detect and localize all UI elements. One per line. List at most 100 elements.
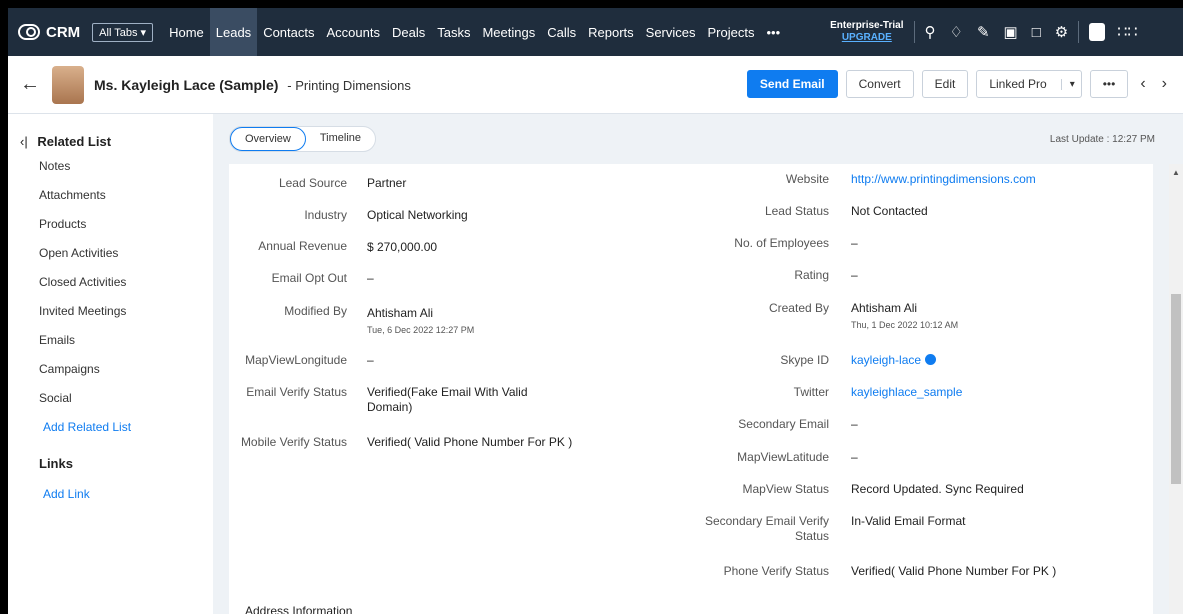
nav-services[interactable]: Services [640, 8, 702, 56]
field-label: Secondary Email Verify Status [704, 514, 829, 543]
nav-deals[interactable]: Deals [386, 8, 431, 56]
field-value: – [367, 353, 374, 367]
nav-icons: ⚲ ♢ ✎ ▣ □ ⚙ [925, 23, 1069, 42]
created-by-name[interactable]: Ahtisham Ali [851, 301, 917, 315]
website-link[interactable]: http://www.printingdimensions.com [851, 172, 1036, 187]
field-value: Optical Networking [367, 208, 468, 222]
user-avatar[interactable] [1089, 23, 1106, 41]
nav-more[interactable]: ••• [760, 8, 786, 56]
apps-grid-icon[interactable]: ∷∷ [1117, 22, 1137, 42]
trial-badge: Enterprise-Trial UPGRADE [830, 20, 903, 44]
crm-logo-icon [18, 24, 40, 40]
nav-projects[interactable]: Projects [702, 8, 761, 56]
scrollbar[interactable]: ▲ [1169, 164, 1183, 614]
field-label: Industry [304, 208, 347, 222]
scroll-up-icon[interactable]: ▲ [1172, 168, 1180, 177]
field-label: MapViewLongitude [245, 353, 347, 367]
add-related-list-link[interactable]: Add Related List [43, 420, 213, 434]
related-list-heading: Related List [37, 134, 112, 149]
lead-name: Ms. Kayleigh Lace (Sample) [94, 76, 279, 93]
skype-id-link[interactable]: kayleigh-lace [851, 353, 921, 367]
scrollbar-thumb[interactable] [1171, 294, 1181, 484]
details-card: Lead Source Partner Industry Optical Net… [229, 164, 1153, 614]
field-label: No. of Employees [734, 236, 829, 250]
back-arrow-icon[interactable]: ← [20, 73, 40, 96]
previous-record-icon[interactable]: ‹ [1136, 75, 1149, 93]
logo-text: CRM [46, 23, 81, 41]
field-label: Website [785, 172, 829, 186]
next-record-icon[interactable]: › [1158, 75, 1171, 93]
sidebar-item-products[interactable]: Products [39, 217, 213, 246]
sidebar-item-closed-activities[interactable]: Closed Activities [39, 275, 213, 304]
lead-photo [52, 65, 84, 104]
field-value: – [851, 417, 858, 431]
field-value: Ahtisham Ali Thu, 1 Dec 2022 10:12 AM [851, 301, 958, 333]
collapse-sidebar-icon[interactable]: ‹| [20, 134, 28, 149]
nav-reports[interactable]: Reports [582, 8, 640, 56]
calendar-icon[interactable]: ▣ [1004, 23, 1018, 41]
send-email-button[interactable]: Send Email [746, 70, 838, 98]
divider [1078, 21, 1080, 43]
bell-icon[interactable]: ♢ [950, 23, 963, 41]
divider [913, 21, 915, 43]
chevron-down-icon[interactable]: ▾ [1060, 78, 1075, 90]
field-label: Secondary Email [738, 417, 829, 431]
field-label: Modified By [284, 304, 347, 318]
field-value: Ahtisham Ali Tue, 6 Dec 2022 12:27 PM [367, 306, 474, 338]
header-actions: Send Email Convert Edit Linked Pro ▾ •••… [746, 70, 1171, 98]
record-header: ← Ms. Kayleigh Lace (Sample) - Printing … [8, 56, 1183, 114]
compose-icon[interactable]: ✎ [977, 23, 990, 41]
convert-button[interactable]: Convert [845, 70, 914, 98]
modified-time: Tue, 6 Dec 2022 12:27 PM [367, 325, 475, 335]
all-tabs-button[interactable]: All Tabs ▾ [92, 22, 154, 42]
skype-icon[interactable] [925, 354, 937, 365]
field-value: – [851, 236, 858, 250]
modified-by-name[interactable]: Ahtisham Ali [367, 306, 433, 320]
linked-pro-button[interactable]: Linked Pro ▾ [976, 70, 1082, 98]
sidebar-item-invited-meetings[interactable]: Invited Meetings [39, 304, 213, 333]
last-update: Last Update : 12:27 PM [1049, 134, 1155, 145]
field-value: Verified(Fake Email With Valid Domain) [367, 385, 528, 414]
field-value: – [851, 450, 858, 464]
sidebar-item-social[interactable]: Social [39, 391, 213, 420]
crm-logo[interactable]: CRM [18, 24, 80, 41]
marketplace-icon[interactable]: □ [1032, 24, 1041, 41]
field-label: Twitter [793, 385, 829, 399]
sidebar-item-notes[interactable]: Notes [39, 159, 213, 188]
edit-button[interactable]: Edit [921, 70, 969, 98]
search-icon[interactable]: ⚲ [925, 23, 936, 41]
nav-leads[interactable]: Leads [209, 8, 258, 56]
nav-tasks[interactable]: Tasks [431, 8, 476, 56]
sidebar-item-open-activities[interactable]: Open Activities [39, 246, 213, 275]
field-label: MapViewLatitude [737, 450, 829, 464]
nav-accounts[interactable]: Accounts [321, 8, 386, 56]
nav-items: Home Leads Contacts Accounts Deals Tasks… [163, 8, 786, 56]
gear-icon[interactable]: ⚙ [1055, 23, 1068, 41]
tab-overview[interactable]: Overview [230, 127, 306, 151]
nav-calls[interactable]: Calls [541, 8, 582, 56]
sidebar-item-attachments[interactable]: Attachments [39, 188, 213, 217]
twitter-link[interactable]: kayleighlace_sample [851, 385, 962, 400]
field-label: Email Verify Status [246, 385, 347, 399]
nav-home[interactable]: Home [163, 8, 210, 56]
upgrade-link[interactable]: UPGRADE [830, 32, 903, 44]
more-actions-button[interactable]: ••• [1089, 70, 1129, 98]
field-label: Created By [768, 301, 829, 315]
field-label: MapView Status [742, 482, 830, 496]
sidebar-item-campaigns[interactable]: Campaigns [39, 362, 213, 391]
field-label: Email Opt Out [271, 271, 347, 285]
skype-id-field[interactable]: kayleigh-lace [851, 353, 937, 368]
tab-timeline[interactable]: Timeline [306, 127, 375, 151]
related-list-title: ‹| Related List [20, 134, 213, 149]
nav-meetings[interactable]: Meetings [476, 8, 541, 56]
field-value: Not Contacted [851, 204, 928, 218]
related-list: Notes Attachments Products Open Activiti… [39, 159, 213, 420]
field-value: Verified( Valid Phone Number For PK ) [367, 435, 573, 449]
trial-label: Enterprise-Trial [830, 20, 904, 31]
field-label: Annual Revenue [258, 239, 347, 253]
sidebar-item-emails[interactable]: Emails [39, 333, 213, 362]
field-value: Verified( Valid Phone Number For PK ) [851, 564, 1057, 578]
nav-contacts[interactable]: Contacts [257, 8, 320, 56]
view-tabs: Overview Timeline [229, 126, 377, 152]
add-link[interactable]: Add Link [43, 487, 213, 501]
